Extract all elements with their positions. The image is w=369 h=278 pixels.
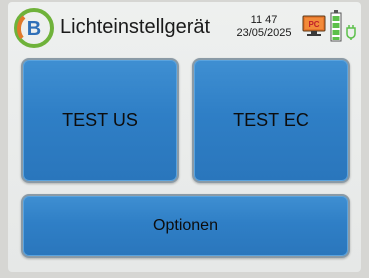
device-bezel: B Lichteinstellgerät 11 47 23/05/2025 PC [0, 0, 369, 278]
options-label: Optionen [153, 217, 218, 234]
svg-text:B: B [27, 18, 41, 40]
monitor-badge: PC [308, 20, 319, 29]
monitor-icon: PC [302, 15, 326, 36]
time-text: 11 47 [250, 14, 278, 26]
test-us-label: TEST US [62, 110, 138, 130]
cb-logo-icon: B [14, 8, 54, 48]
touch-screen: B Lichteinstellgerät 11 47 23/05/2025 PC [8, 2, 361, 272]
test-ec-label: TEST EC [233, 110, 309, 130]
clock-display: 11 47 23/05/2025 [230, 14, 298, 40]
page-title: Lichteinstellgerät [60, 16, 211, 38]
date-text: 23/05/2025 [236, 27, 292, 39]
test-ec-button[interactable]: TEST EC [192, 58, 350, 183]
header-bar: B Lichteinstellgerät 11 47 23/05/2025 PC [8, 2, 361, 50]
battery-icon [330, 10, 342, 42]
test-us-button[interactable]: TEST US [21, 58, 179, 183]
plug-icon [346, 25, 356, 40]
options-button[interactable]: Optionen [21, 194, 350, 258]
